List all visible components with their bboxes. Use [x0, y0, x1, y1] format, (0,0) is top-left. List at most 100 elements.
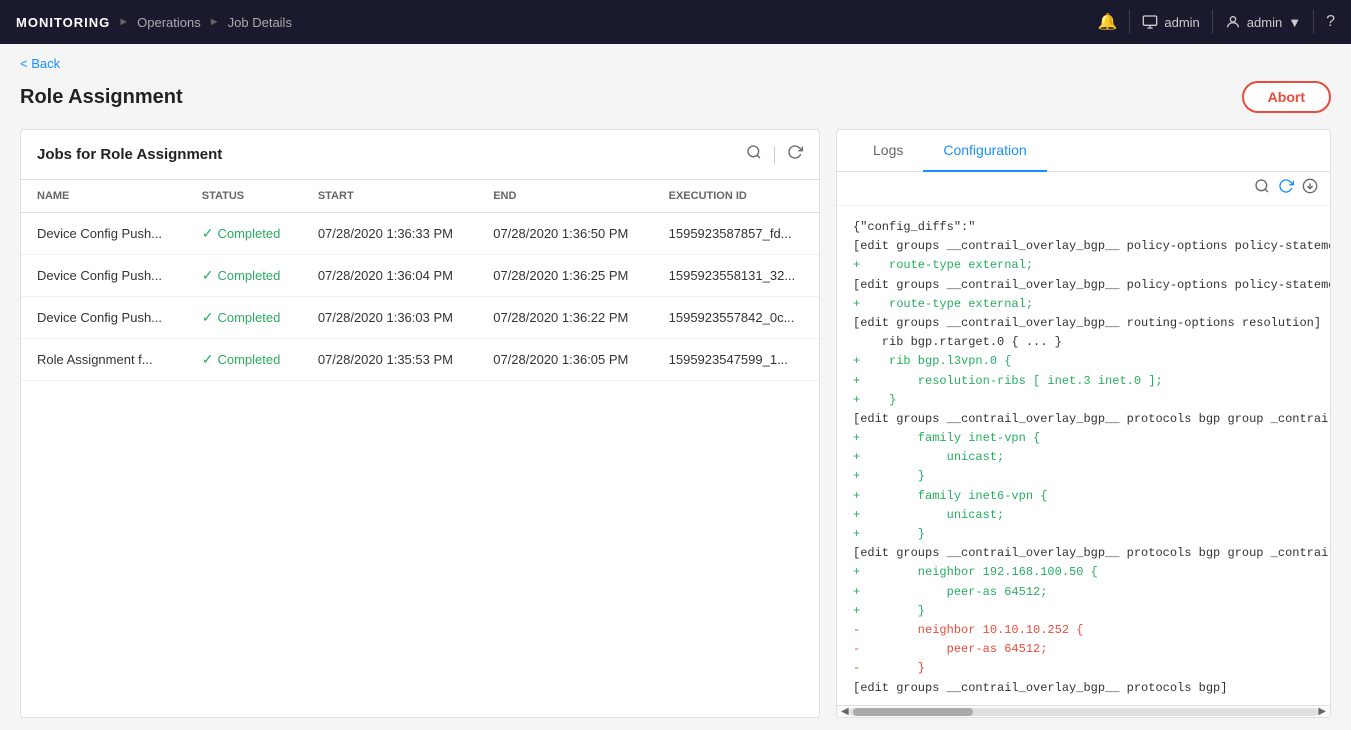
tab-configuration[interactable]: Configuration	[923, 130, 1046, 172]
tabs-bar: Logs Configuration	[837, 130, 1330, 172]
nav-job-details[interactable]: Job Details	[228, 15, 292, 30]
user-icon	[1225, 14, 1241, 30]
top-nav: MONITORING ► Operations ► Job Details 🔔 …	[0, 0, 1351, 44]
config-line-added: + family inet-vpn {	[853, 431, 1040, 445]
abort-button[interactable]: Abort	[1242, 81, 1331, 113]
jobs-table: NAME STATUS START END EXECUTION ID Devic…	[21, 180, 819, 381]
refresh-button[interactable]	[787, 144, 803, 165]
notification-icon[interactable]: 🔔	[1097, 12, 1117, 32]
main-layout: Jobs for Role Assignment NAME STATUS	[20, 129, 1331, 718]
status-label: Completed	[217, 352, 280, 367]
left-panel: Jobs for Role Assignment NAME STATUS	[20, 129, 820, 718]
config-search-icon[interactable]	[1254, 178, 1270, 199]
cell-start: 07/28/2020 1:36:03 PM	[302, 297, 477, 339]
nav-divider-3	[1313, 10, 1314, 34]
table-row[interactable]: Device Config Push... ✓ Completed 07/28/…	[21, 255, 819, 297]
refresh-icon	[787, 144, 803, 160]
admin-user[interactable]: admin ▼	[1225, 14, 1301, 30]
config-line-normal: [edit groups __contrail_overlay_bgp__ po…	[853, 278, 1330, 292]
admin-label-2: admin	[1247, 15, 1282, 30]
right-panel-toolbar	[837, 172, 1330, 206]
config-line-removed: - neighbor 10.10.10.252 {	[853, 623, 1083, 637]
cell-name: Device Config Push...	[21, 297, 186, 339]
check-icon: ✓	[202, 225, 214, 242]
config-line-added: + resolution-ribs [ inet.3 inet.0 ];	[853, 374, 1163, 388]
panel-header-icons	[746, 144, 803, 165]
chevron-down-icon: ▼	[1288, 15, 1301, 30]
check-icon: ✓	[202, 309, 214, 326]
config-content[interactable]: {"config_diffs":" [edit groups __contrai…	[837, 206, 1330, 705]
cell-execution-id: 1595923558131_32...	[653, 255, 819, 297]
col-end: END	[477, 180, 652, 213]
nav-operations[interactable]: Operations	[137, 15, 201, 30]
help-icon[interactable]: ?	[1326, 13, 1335, 31]
cell-name: Device Config Push...	[21, 255, 186, 297]
table-row[interactable]: Device Config Push... ✓ Completed 07/28/…	[21, 297, 819, 339]
config-line-added: + }	[853, 527, 925, 541]
col-start: START	[302, 180, 477, 213]
jobs-tbody: Device Config Push... ✓ Completed 07/28/…	[21, 213, 819, 381]
tab-logs[interactable]: Logs	[853, 130, 923, 172]
cell-status: ✓ Completed	[186, 255, 302, 297]
table-row[interactable]: Device Config Push... ✓ Completed 07/28/…	[21, 213, 819, 255]
table-header-row: NAME STATUS START END EXECUTION ID	[21, 180, 819, 213]
admin-monitor[interactable]: admin	[1142, 14, 1199, 30]
config-line-normal: [edit groups __contrail_overlay_bgp__ ro…	[853, 316, 1321, 330]
nav-divider-2	[1212, 10, 1213, 34]
config-line-added: + family inet6-vpn {	[853, 489, 1047, 503]
config-refresh-icon[interactable]	[1278, 178, 1294, 199]
nav-icons: 🔔 admin admin ▼ ?	[1097, 10, 1335, 34]
header-icon-divider	[774, 146, 775, 164]
config-line-added: + peer-as 64512;	[853, 585, 1047, 599]
config-line-normal: [edit groups __contrail_overlay_bgp__ pr…	[853, 412, 1330, 426]
panel-title: Jobs for Role Assignment	[37, 146, 222, 163]
config-line-normal: [edit groups __contrail_overlay_bgp__ pr…	[853, 546, 1330, 560]
search-icon	[746, 144, 762, 160]
config-line-added: + }	[853, 469, 925, 483]
cell-execution-id: 1595923557842_0c...	[653, 297, 819, 339]
config-line-added: + rib bgp.l3vpn.0 {	[853, 354, 1011, 368]
cell-start: 07/28/2020 1:36:04 PM	[302, 255, 477, 297]
config-line-normal: {"config_diffs":"	[853, 220, 975, 234]
config-download-icon[interactable]	[1302, 178, 1318, 199]
cell-status: ✓ Completed	[186, 339, 302, 381]
config-line-added: + }	[853, 393, 896, 407]
config-line-added: + route-type external;	[853, 297, 1033, 311]
page-header: Role Assignment Abort	[20, 81, 1331, 113]
monitor-icon	[1142, 14, 1158, 30]
cell-end: 07/28/2020 1:36:05 PM	[477, 339, 652, 381]
cell-end: 07/28/2020 1:36:22 PM	[477, 297, 652, 339]
status-label: Completed	[217, 310, 280, 325]
config-line-added: + neighbor 192.168.100.50 {	[853, 565, 1098, 579]
cell-start: 07/28/2020 1:35:53 PM	[302, 339, 477, 381]
cell-status: ✓ Completed	[186, 213, 302, 255]
col-status: STATUS	[186, 180, 302, 213]
config-line-removed: - }	[853, 661, 925, 675]
cell-status: ✓ Completed	[186, 297, 302, 339]
config-line-normal: [edit groups __contrail_overlay_bgp__ pr…	[853, 681, 1227, 695]
col-name: NAME	[21, 180, 186, 213]
config-line-normal: rib bgp.rtarget.0 { ... }	[853, 335, 1062, 349]
config-line-added: + unicast;	[853, 508, 1004, 522]
check-icon: ✓	[202, 351, 214, 368]
config-line-removed: - peer-as 64512;	[853, 642, 1047, 656]
table-row[interactable]: Role Assignment f... ✓ Completed 07/28/2…	[21, 339, 819, 381]
col-execution-id: EXECUTION ID	[653, 180, 819, 213]
cell-execution-id: 1595923587857_fd...	[653, 213, 819, 255]
check-icon: ✓	[202, 267, 214, 284]
scrollbar-bottom[interactable]: ◀ ▶	[837, 705, 1330, 717]
search-button[interactable]	[746, 144, 762, 165]
page-content: < Back Role Assignment Abort Jobs for Ro…	[0, 44, 1351, 730]
config-line-added: + unicast;	[853, 450, 1004, 464]
cell-name: Role Assignment f...	[21, 339, 186, 381]
config-line-normal: [edit groups __contrail_overlay_bgp__ po…	[853, 239, 1330, 253]
admin-label-1: admin	[1164, 15, 1199, 30]
nav-divider-1	[1129, 10, 1130, 34]
status-label: Completed	[217, 226, 280, 241]
scroll-right-arrow[interactable]: ▶	[1318, 706, 1326, 717]
page-title: Role Assignment	[20, 86, 183, 109]
cell-end: 07/28/2020 1:36:25 PM	[477, 255, 652, 297]
nav-arrow-1: ►	[118, 16, 129, 28]
back-link[interactable]: < Back	[20, 56, 60, 71]
scroll-left-arrow[interactable]: ◀	[841, 706, 849, 717]
